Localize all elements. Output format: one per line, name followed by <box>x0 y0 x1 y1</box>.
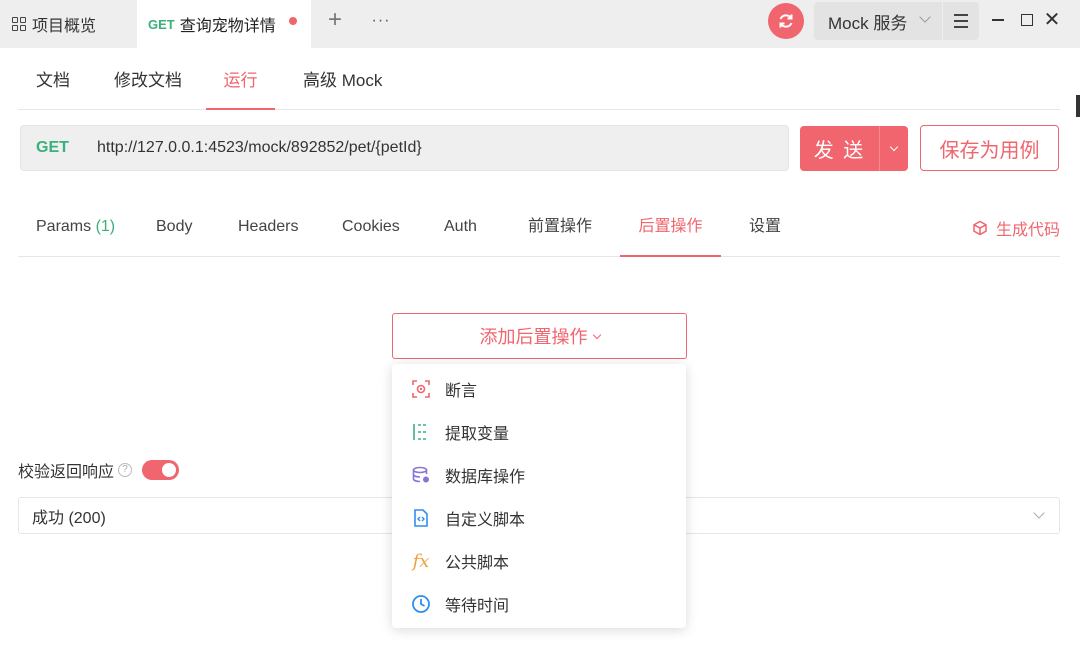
grid-icon <box>12 17 26 31</box>
menu-item-label: 公共脚本 <box>445 555 510 572</box>
fx-icon: fx <box>412 550 430 572</box>
close-icon: ✕ <box>1043 9 1061 31</box>
tab-docs[interactable]: 文档 <box>36 52 70 110</box>
response-select-value: 成功 (200) <box>32 509 106 527</box>
tab-post-operations[interactable]: 后置操作 <box>620 198 721 257</box>
menu-item-public-script[interactable]: fx 公共脚本 <box>392 541 686 581</box>
tab-body[interactable]: Body <box>156 198 192 257</box>
tab-label: 项目概览 <box>32 18 97 35</box>
request-tabs: Params (1) Body Headers Cookies Auth 前置操… <box>18 198 1060 257</box>
sync-button[interactable] <box>768 3 804 39</box>
tab-auth[interactable]: Auth <box>444 198 477 257</box>
add-tab-button[interactable]: + <box>322 8 348 34</box>
refresh-icon <box>779 14 793 28</box>
generate-code-label: 生成代码 <box>996 221 1061 239</box>
assertion-icon <box>410 378 432 400</box>
minimize-button[interactable] <box>988 10 1008 30</box>
menu-item-label: 断言 <box>445 383 478 400</box>
close-button[interactable]: ✕ <box>1042 10 1062 30</box>
add-post-operation-button[interactable]: 添加后置操作 <box>392 313 687 359</box>
url-bar[interactable]: GET http://127.0.0.1:4523/mock/892852/pe… <box>20 125 789 171</box>
menu-item-extract-variable[interactable]: 提取变量 <box>392 412 686 452</box>
script-file-icon <box>410 507 432 529</box>
clock-icon <box>410 593 432 615</box>
toggle-knob <box>162 463 177 477</box>
tab-params-label: Params <box>36 218 92 235</box>
post-operation-menu: 断言 提取变量 数据库操作 自定义脚本 fx 公共脚本 等待时间 <box>392 364 686 628</box>
params-count-badge: (1) <box>95 218 116 235</box>
tab-headers[interactable]: Headers <box>238 198 298 257</box>
add-post-operation-label: 添加后置操作 <box>479 327 588 347</box>
tab-query-pet-details[interactable]: GET 查询宠物详情 <box>137 0 311 48</box>
help-icon[interactable]: ? <box>118 463 133 477</box>
menu-item-label: 自定义脚本 <box>445 512 526 529</box>
chevron-down-icon <box>919 11 931 23</box>
validate-response-toggle[interactable] <box>142 460 180 480</box>
tab-edit-docs[interactable]: 修改文档 <box>114 52 182 110</box>
extract-variable-icon <box>410 421 432 443</box>
hamburger-icon <box>954 14 968 16</box>
environment-label: Mock 服务 <box>828 13 908 33</box>
menu-item-assertion[interactable]: 断言 <box>392 369 686 409</box>
environment-select[interactable]: Mock 服务 <box>814 2 942 40</box>
maximize-icon <box>1021 14 1033 26</box>
tab-params[interactable]: Params (1) <box>36 198 115 257</box>
title-bar: 项目概览 GET 查询宠物详情 + ··· Mock 服务 ✕ <box>0 0 1080 48</box>
tab-settings[interactable]: 设置 <box>749 198 781 257</box>
database-icon <box>410 464 432 486</box>
tab-advanced-mock[interactable]: 高级 Mock <box>303 52 382 110</box>
send-button[interactable]: 发 送 <box>800 126 879 171</box>
validate-response-row: 校验返回响应 ? <box>18 458 180 482</box>
more-tabs-button[interactable]: ··· <box>370 8 392 34</box>
menu-item-label: 等待时间 <box>445 598 510 615</box>
menu-item-database-operation[interactable]: 数据库操作 <box>392 455 686 495</box>
menu-item-wait-time[interactable]: 等待时间 <box>392 584 686 624</box>
chevron-down-icon <box>1033 507 1045 519</box>
generate-code-button[interactable]: 生成代码 <box>972 198 1060 257</box>
chevron-down-icon <box>889 142 899 152</box>
tab-run[interactable]: 运行 <box>206 52 275 110</box>
menu-item-label: 数据库操作 <box>445 469 526 486</box>
environment-menu-button[interactable] <box>943 2 979 40</box>
http-method[interactable]: GET <box>21 139 81 157</box>
tab-pre-operations[interactable]: 前置操作 <box>528 198 592 257</box>
menu-item-label: 提取变量 <box>445 426 510 443</box>
cube-icon <box>973 220 987 235</box>
maximize-button[interactable] <box>1017 10 1037 30</box>
tab-method-badge: GET <box>148 16 175 32</box>
url-input[interactable]: http://127.0.0.1:4523/mock/892852/pet/{p… <box>81 139 422 157</box>
menu-item-custom-script[interactable]: 自定义脚本 <box>392 498 686 538</box>
send-dropdown-button[interactable] <box>879 126 908 171</box>
chevron-down-icon <box>592 330 601 339</box>
tab-cookies[interactable]: Cookies <box>342 198 400 257</box>
window-edge-marker <box>1076 95 1080 117</box>
unsaved-dot-icon <box>289 17 297 25</box>
document-tabs: 文档 修改文档 运行 高级 Mock <box>18 52 1060 110</box>
save-as-case-button[interactable]: 保存为用例 <box>920 125 1059 171</box>
minimize-icon <box>992 19 1004 21</box>
tab-label: 查询宠物详情 <box>179 18 276 35</box>
tab-project-overview[interactable]: 项目概览 <box>0 0 136 48</box>
validate-response-label: 校验返回响应 <box>18 464 115 481</box>
